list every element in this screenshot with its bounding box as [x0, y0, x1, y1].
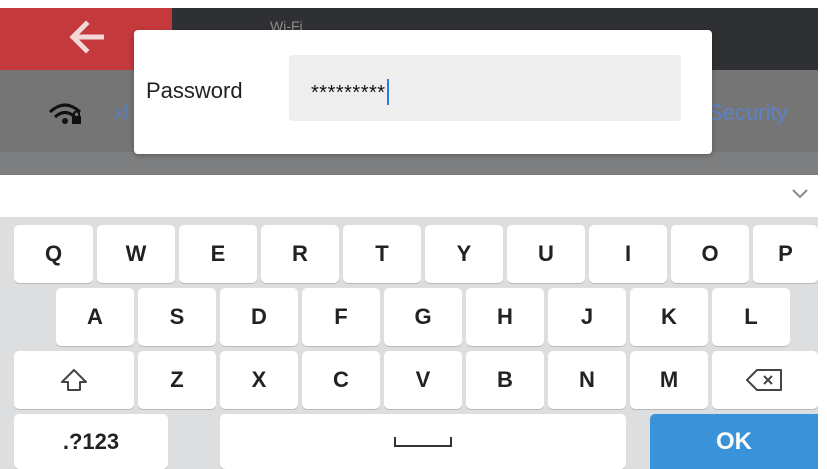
key-b[interactable]: B	[466, 351, 544, 409]
key-d[interactable]: D	[220, 288, 298, 346]
key-y[interactable]: Y	[425, 225, 503, 283]
key-f[interactable]: F	[302, 288, 380, 346]
key-k[interactable]: K	[630, 288, 708, 346]
key-r[interactable]: R	[261, 225, 339, 283]
key-g[interactable]: G	[384, 288, 462, 346]
key-p[interactable]: P	[753, 225, 818, 283]
password-value-wrap: *********	[311, 79, 389, 105]
key-o[interactable]: O	[671, 225, 749, 283]
key-s[interactable]: S	[138, 288, 216, 346]
key-l[interactable]: L	[712, 288, 790, 346]
text-caret	[386, 79, 389, 105]
password-value: *********	[311, 82, 386, 104]
ok-button[interactable]: OK	[650, 414, 818, 469]
key-h[interactable]: H	[466, 288, 544, 346]
network-ssid: xl	[114, 102, 129, 124]
key-u[interactable]: U	[507, 225, 585, 283]
key-x[interactable]: X	[220, 351, 298, 409]
symbols-key[interactable]: .?123	[14, 414, 168, 469]
key-i[interactable]: I	[589, 225, 667, 283]
key-z[interactable]: Z	[138, 351, 216, 409]
space-key[interactable]	[220, 414, 626, 469]
password-input[interactable]: *********	[289, 55, 681, 121]
key-e[interactable]: E	[179, 225, 257, 283]
key-n[interactable]: N	[548, 351, 626, 409]
space-icon	[394, 436, 452, 447]
shift-key[interactable]	[14, 351, 134, 409]
key-w[interactable]: W	[97, 225, 175, 283]
backspace-key[interactable]	[712, 351, 818, 409]
password-label: Password	[146, 78, 243, 103]
security-label[interactable]: Security	[708, 100, 787, 126]
right-frame	[818, 0, 827, 469]
wifi-locked-icon	[48, 103, 82, 124]
key-j[interactable]: J	[548, 288, 626, 346]
chevron-down-icon[interactable]	[790, 185, 810, 201]
backspace-icon	[746, 369, 782, 391]
key-v[interactable]: V	[384, 351, 462, 409]
shift-icon	[61, 369, 87, 391]
key-c[interactable]: C	[302, 351, 380, 409]
keyboard-suggestion-bar	[0, 175, 818, 218]
key-t[interactable]: T	[343, 225, 421, 283]
back-arrow-icon[interactable]	[68, 20, 108, 54]
key-q[interactable]: Q	[14, 225, 93, 283]
key-m[interactable]: M	[630, 351, 708, 409]
key-a[interactable]: A	[56, 288, 134, 346]
